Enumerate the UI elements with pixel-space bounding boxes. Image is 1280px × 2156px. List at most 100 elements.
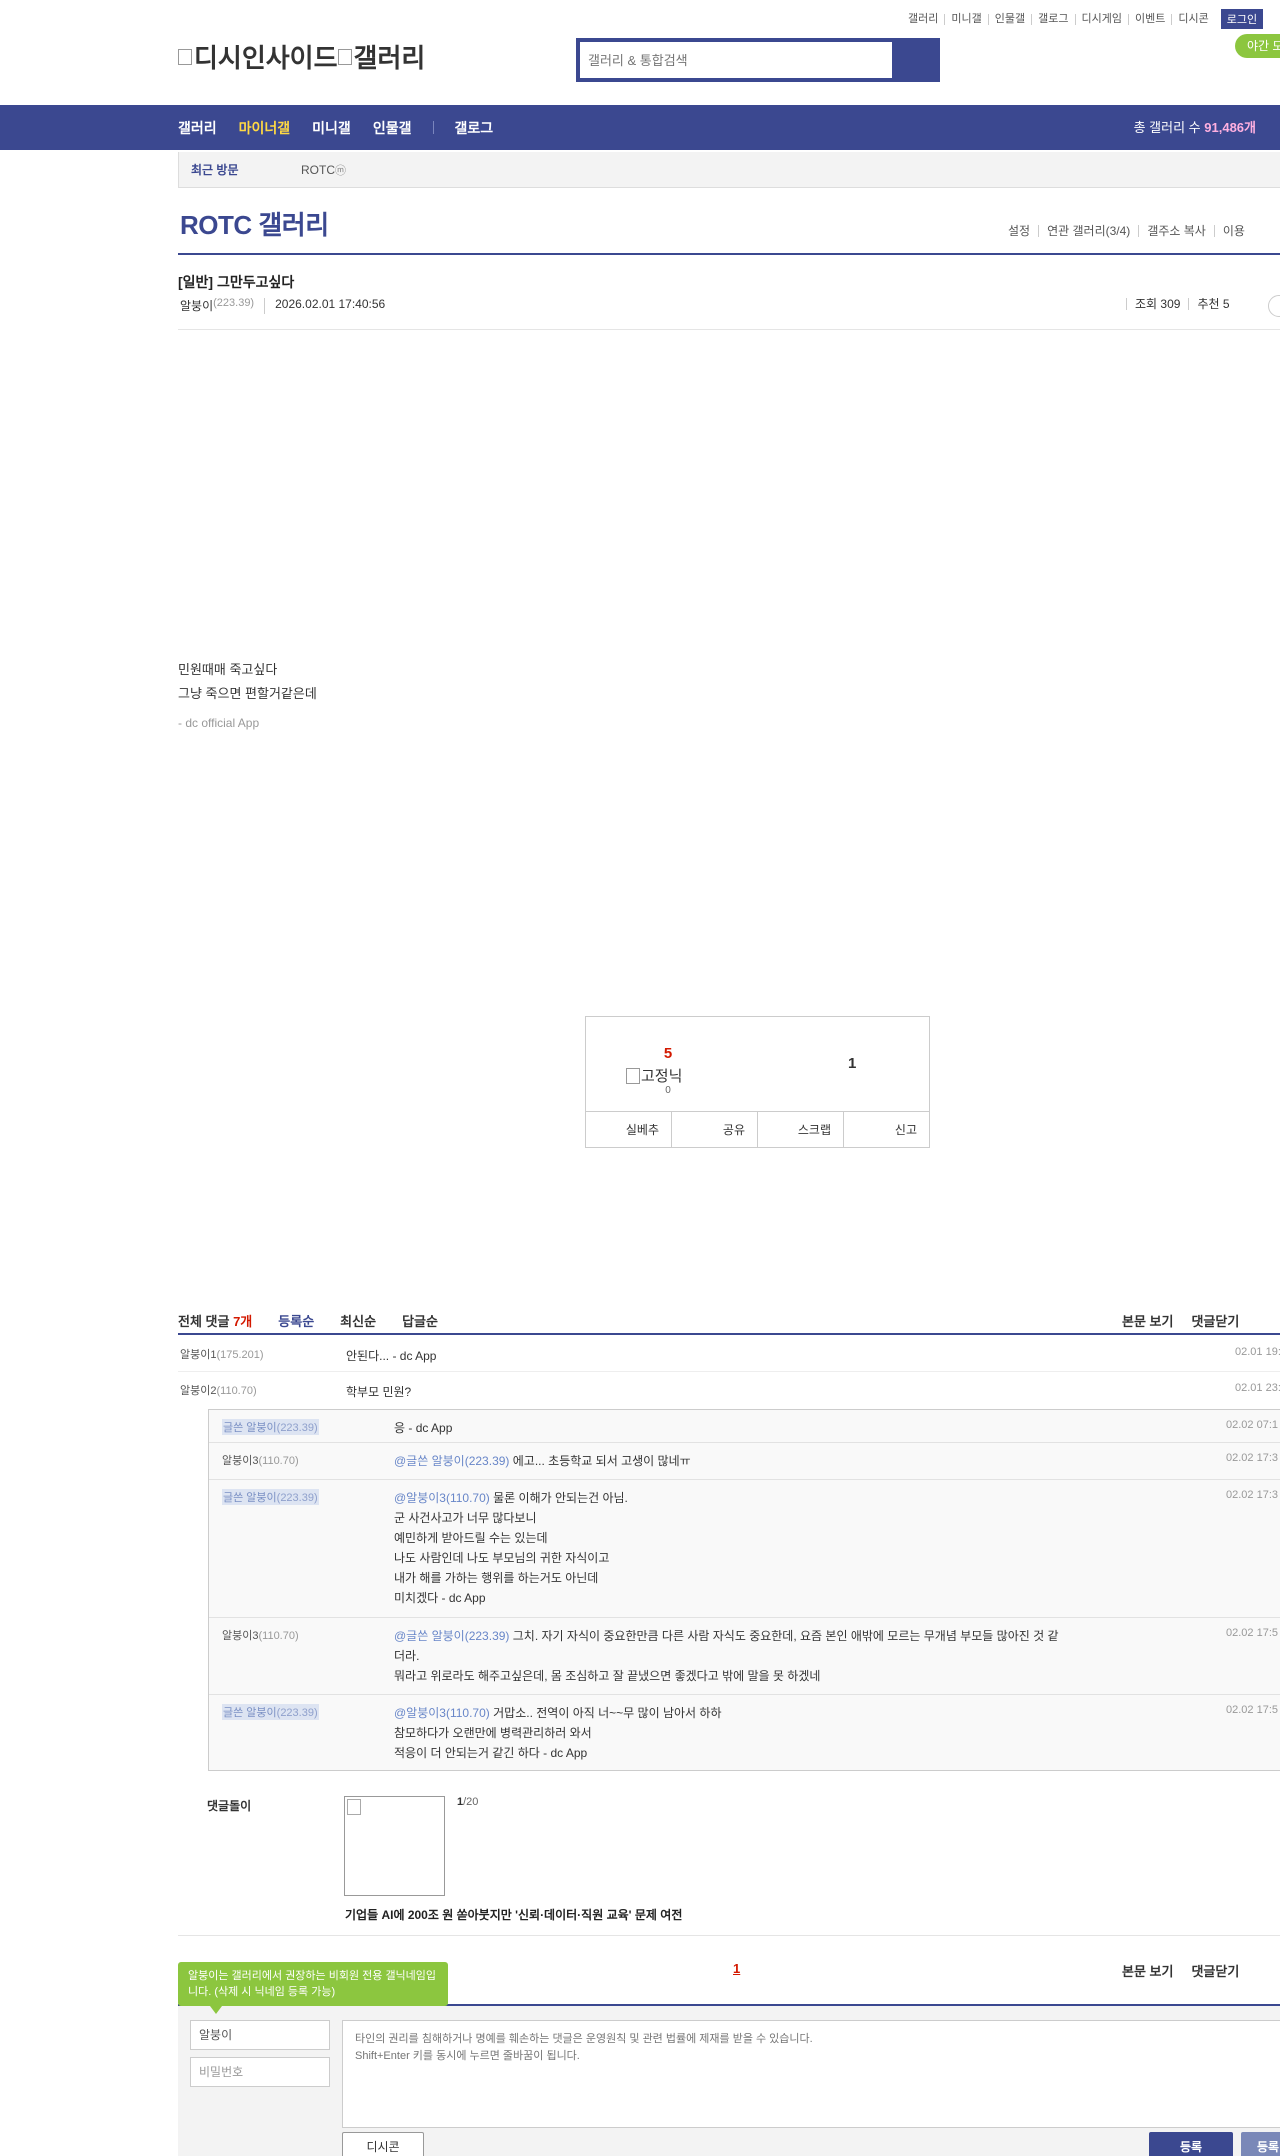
- comment-write-box: 알붕이 비밀번호 디시콘 등록 등록: [178, 2006, 1280, 2156]
- post-app-signature: - dc official App: [178, 716, 260, 730]
- usage-link[interactable]: 이용: [1213, 225, 1253, 237]
- comment-nick[interactable]: 알붕이1(175.201): [180, 1346, 264, 1362]
- silbe-recommend-button[interactable]: 실베추: [586, 1112, 671, 1147]
- reply-nick[interactable]: 알붕이3(110.70): [222, 1452, 299, 1468]
- reply-line: 미치겠다 - dc App: [394, 1591, 486, 1605]
- scrap-button[interactable]: 스크랩: [757, 1112, 843, 1147]
- comment-text: 안된다... - dc App: [346, 1349, 437, 1363]
- reply-line: 뭐라고 위로라도 해주고싶은데, 몸 조심하고 잘 끝냈으면 좋겠다고 밖에 말…: [394, 1669, 821, 1683]
- gallery-menu: 설정 연관 갤러리(3/4) 갤주소 복사 이용: [1000, 225, 1253, 237]
- util-link-event[interactable]: 이벤트: [1127, 13, 1171, 25]
- downvote-count[interactable]: 1: [848, 1055, 856, 1072]
- reply-nick[interactable]: 알붕이3(110.70): [222, 1627, 299, 1643]
- util-links: 갤러리 미니갤 인물갤 갤로그 디시게임 이벤트 디시콘 로그인: [902, 9, 1264, 29]
- reply-mention[interactable]: @글쓴 알붕이(223.39): [394, 1629, 509, 1643]
- password-field[interactable]: 비밀번호: [190, 2057, 330, 2087]
- view-body-button[interactable]: 본문 보기: [1122, 1311, 1173, 1330]
- search-input[interactable]: [580, 42, 892, 78]
- reply-ip: (110.70): [258, 1455, 299, 1467]
- comment-row: 알붕이2(110.70) 학부모 민원? 02.01 23:: [178, 1372, 1280, 1409]
- night-mode-toggle[interactable]: 야간 모드: [1235, 34, 1280, 58]
- site-logo[interactable]: 디시인사이드 갤러리: [178, 38, 425, 75]
- search-button[interactable]: [892, 42, 936, 78]
- gallery-title[interactable]: ROTC 갤러리: [180, 205, 329, 242]
- broken-image-icon: [337, 48, 352, 65]
- reply-nick[interactable]: 글쓴 알붕이(223.39): [222, 1489, 319, 1505]
- util-link-mini[interactable]: 미니갤: [944, 13, 987, 25]
- comments-header: 전체 댓글 7개 등록순 최신순 답글순 본문 보기 댓글닫기: [178, 1305, 1280, 1335]
- util-link-gallery[interactable]: 갤러리: [902, 13, 944, 25]
- post-option-button[interactable]: [1268, 295, 1280, 317]
- util-link-gallog[interactable]: 갤로그: [1031, 13, 1074, 25]
- nickname-tooltip: 알붕이는 갤러리에서 권장하는 비회원 전용 갤닉네임입니다. (삭제 시 닉네…: [178, 1962, 448, 2014]
- util-link-dccon[interactable]: 디시콘: [1171, 13, 1214, 25]
- reply-nick[interactable]: 글쓴 알붕이(223.39): [222, 1704, 319, 1720]
- nav-gallog[interactable]: 갤로그: [454, 118, 493, 138]
- dolly-caption[interactable]: 기업들 AI에 200조 원 쏟아붓지만 '신뢰·데이터·직원 교육' 문제 여…: [345, 1906, 682, 1923]
- login-button[interactable]: 로그인: [1220, 9, 1264, 29]
- report-button[interactable]: 신고: [843, 1112, 929, 1147]
- reply-nick-text: 알붕이3: [222, 1455, 259, 1467]
- reply-mention[interactable]: @글쓴 알붕이(223.39): [394, 1454, 509, 1468]
- broken-image-icon: [626, 1067, 640, 1084]
- nickname-field[interactable]: 알붕이: [190, 2020, 330, 2050]
- view-body-button[interactable]: 본문 보기: [1122, 1961, 1173, 1980]
- logo-alt-gallery: 갤러리: [353, 43, 426, 73]
- share-button[interactable]: 공유: [671, 1112, 757, 1147]
- comment-ip: (110.70): [216, 1385, 257, 1397]
- nav-person-gallery[interactable]: 인물갤: [373, 118, 412, 138]
- reply-mention[interactable]: @알붕이3(110.70): [394, 1491, 490, 1505]
- reply-row: 글쓴 알붕이(223.39) 응 - dc App 02.02 07:1: [209, 1410, 1280, 1443]
- dolly-page-indicator: 1/20: [457, 1796, 478, 1808]
- submit-recommend-button[interactable]: 등록: [1241, 2132, 1280, 2156]
- comment-nick-text: 알붕이2: [180, 1385, 217, 1397]
- dolly-image[interactable]: [344, 1796, 445, 1896]
- reply-row: 글쓴 알붕이(223.39) @알붕이3(110.70) 거맙소.. 전역이 아…: [209, 1695, 1280, 1771]
- reply-nick[interactable]: 글쓴 알붕이(223.39): [222, 1419, 319, 1435]
- dolly-divider: [178, 1935, 1280, 1936]
- sort-latest[interactable]: 최신순: [340, 1311, 376, 1330]
- recent-visits-title: 최근 방문: [191, 163, 239, 177]
- util-link-person[interactable]: 인물갤: [987, 13, 1031, 25]
- reply-row: 알붕이3(110.70) @글쓴 알붕이(223.39) 그치. 자기 자식이 …: [209, 1618, 1280, 1695]
- search-bar: [576, 38, 940, 82]
- nav-minor-gallery[interactable]: 마이너갤: [239, 118, 291, 138]
- sort-registered[interactable]: 등록순: [278, 1311, 314, 1330]
- reply-line: 예민하게 받아드릴 수는 있는데: [394, 1531, 548, 1545]
- submit-button[interactable]: 등록: [1149, 2132, 1233, 2156]
- copy-address-link[interactable]: 갤주소 복사: [1138, 225, 1214, 237]
- reply-line: 적응이 더 안되는거 같긴 하다 - dc App: [394, 1746, 588, 1760]
- comment-textarea[interactable]: [342, 2020, 1280, 2128]
- reply-line: 나도 사람인데 나도 부모님의 귀한 자식이고: [394, 1551, 610, 1565]
- comments-total-label: 전체 댓글: [178, 1313, 230, 1329]
- dccon-button[interactable]: 디시콘: [342, 2132, 424, 2156]
- comment-date: 02.01 23:: [1235, 1382, 1280, 1394]
- comment-dolly-label: 댓글돌이: [207, 1799, 252, 1813]
- post-header-divider: [178, 329, 1280, 330]
- upvote-button[interactable]: 고정닉: [626, 1065, 682, 1086]
- comments-footer-actions: 본문 보기 댓글닫기: [1122, 1961, 1257, 1980]
- sort-reply[interactable]: 답글순: [402, 1311, 438, 1330]
- reply-ip: (223.39): [276, 1707, 318, 1719]
- comment-date: 02.01 19:: [1235, 1346, 1280, 1358]
- reply-row: 글쓴 알붕이(223.39) @알붕이3(110.70) 물론 이해가 안되는건…: [209, 1480, 1280, 1618]
- comment-nick[interactable]: 알붕이2(110.70): [180, 1382, 257, 1398]
- close-comments-button[interactable]: 댓글닫기: [1191, 1311, 1239, 1330]
- nav-mini-gallery[interactable]: 미니갤: [312, 118, 351, 138]
- util-link-game[interactable]: 디시게임: [1074, 13, 1128, 25]
- recent-gallery-link[interactable]: ROTCⓜ: [301, 162, 346, 178]
- reply-ip: (223.39): [276, 1422, 318, 1434]
- close-comments-button[interactable]: 댓글닫기: [1191, 1961, 1239, 1980]
- comments-total-count: 7개: [233, 1313, 253, 1329]
- reply-mention[interactable]: @알붕이3(110.70): [394, 1706, 490, 1720]
- reply-date: 02.02 17:5: [1226, 1627, 1278, 1639]
- post-author-nick[interactable]: 알붕이: [180, 297, 213, 314]
- related-gallery-link[interactable]: 연관 갤러리(3/4): [1038, 225, 1138, 237]
- post-body-line: 그냥 죽으면 편할거같은데: [178, 686, 317, 701]
- broken-image-icon: [178, 48, 192, 65]
- nav-gallery[interactable]: 갤러리: [178, 118, 217, 138]
- comment-page-1[interactable]: 1: [733, 1961, 740, 1976]
- gallery-settings-link[interactable]: 설정: [1000, 225, 1038, 237]
- comment-row: 알붕이1(175.201) 안된다... - dc App 02.01 19:: [178, 1336, 1280, 1372]
- upvote-count: 5: [663, 1045, 673, 1062]
